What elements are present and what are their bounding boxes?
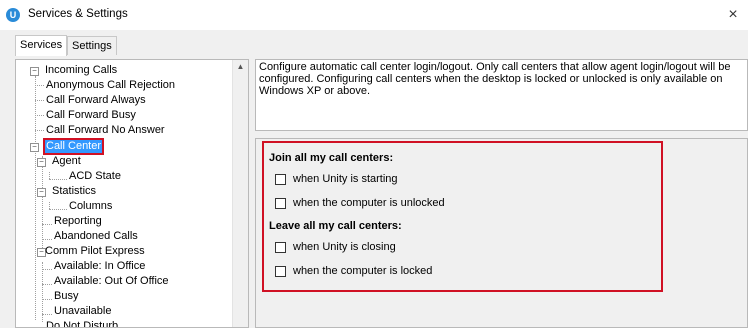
tree-item-call-forward-no-answer[interactable]: Call Forward No Answer [46,124,165,137]
tab-services[interactable]: Services [15,35,68,56]
tree-line [42,156,43,248]
label-computer-locked[interactable]: when the computer is locked [293,265,432,277]
label-unity-starting[interactable]: when Unity is starting [293,173,398,185]
tree-line [35,85,44,86]
collapse-icon[interactable]: − [30,143,39,152]
tree-item-available-out-of-office[interactable]: Available: Out Of Office [54,275,169,288]
tree-item-anonymous-call-rejection[interactable]: Anonymous Call Rejection [46,79,175,92]
tree-scrollbar[interactable]: ▲ [232,60,248,327]
tree-item-incoming-calls[interactable]: Incoming Calls [45,64,117,77]
tree-item-columns[interactable]: Columns [69,200,112,213]
title-bar: U Services & Settings × [0,0,748,30]
tree-item-unavailable[interactable]: Unavailable [54,305,111,318]
tree-item-abandoned-calls[interactable]: Abandoned Calls [54,230,138,243]
leave-heading: Leave all my call centers: [269,220,402,232]
tree-item-agent[interactable]: Agent [52,155,81,168]
tree-line [42,269,52,270]
tree-line [49,209,67,210]
tree-line [35,76,36,320]
tree-line [49,172,50,179]
tree-line [42,262,43,322]
window-title: Services & Settings [28,8,128,20]
collapse-icon[interactable]: − [30,67,39,76]
unity-app-icon: U [6,8,20,22]
label-unity-closing[interactable]: when Unity is closing [293,241,396,253]
description-panel: Configure automatic call center login/lo… [255,59,748,131]
tree-line [42,224,52,225]
tree-line [49,202,50,209]
tree-item-acd-state[interactable]: ACD State [69,170,121,183]
checkbox-unity-starting[interactable] [275,174,286,185]
collapse-icon[interactable]: − [37,158,46,167]
tree-item-available-in-office[interactable]: Available: In Office [54,260,145,273]
checkbox-computer-unlocked[interactable] [275,198,286,209]
tree-line [35,100,44,101]
checkbox-computer-locked[interactable] [275,266,286,277]
checkbox-unity-closing[interactable] [275,242,286,253]
tab-settings[interactable]: Settings [67,36,117,55]
scroll-up-icon[interactable]: ▲ [233,62,248,71]
tree-item-call-center[interactable]: Call Center [42,138,105,155]
collapse-icon[interactable]: − [37,188,46,197]
tree-item-comm-pilot-express[interactable]: Comm Pilot Express [45,245,145,258]
options-highlight-box: Join all my call centers: when Unity is … [262,141,663,292]
tree-line [42,314,52,315]
tree-item-call-forward-always[interactable]: Call Forward Always [46,94,146,107]
join-heading: Join all my call centers: [269,152,394,164]
tree-line [42,284,52,285]
tree-line [42,239,52,240]
tree-item-statistics[interactable]: Statistics [52,185,96,198]
tree-line [42,299,52,300]
tree-item-call-forward-busy[interactable]: Call Forward Busy [46,109,136,122]
tree-item-reporting[interactable]: Reporting [54,215,102,228]
tree-line [49,179,67,180]
tab-strip: Services Settings [0,30,748,56]
label-computer-unlocked[interactable]: when the computer is unlocked [293,197,445,209]
close-button[interactable]: × [718,0,748,30]
tree-line [35,130,44,131]
tree-line [35,115,44,116]
tree-item-do-not-disturb[interactable]: Do Not Disturb [46,320,118,327]
description-text: Configure automatic call center login/lo… [259,61,731,97]
services-tree: − − − − − Incoming Calls Anonymous Call … [15,59,249,328]
tree-item-busy[interactable]: Busy [54,290,78,303]
